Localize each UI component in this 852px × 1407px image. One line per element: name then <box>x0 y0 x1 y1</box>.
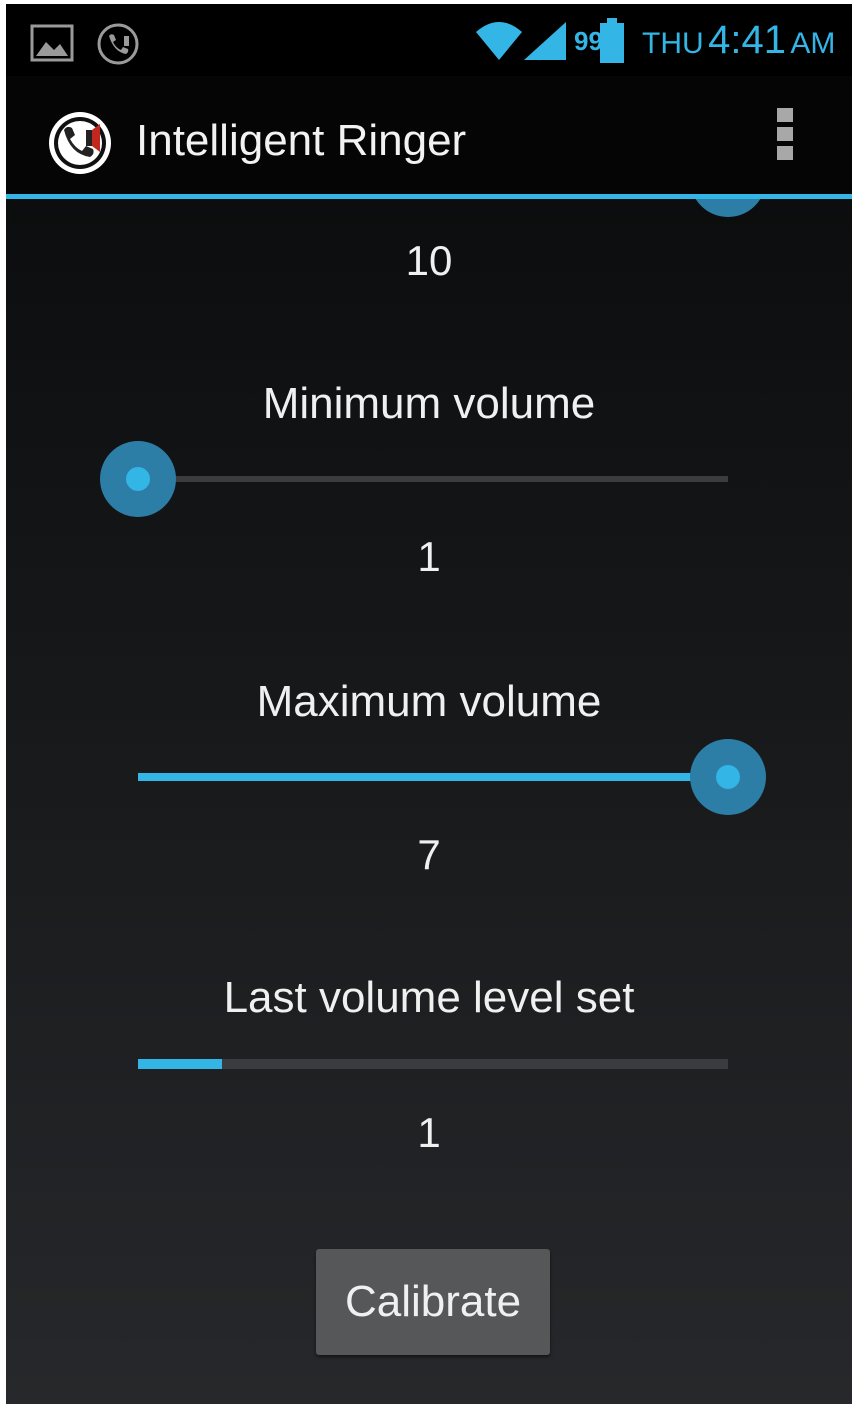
minimum-volume-slider[interactable] <box>100 439 728 519</box>
last-volume-label: Last volume level set <box>223 973 635 1022</box>
intelligent-ringer-notification-icon <box>96 22 140 71</box>
status-time: 4:41 <box>708 18 786 62</box>
signal-icon <box>522 20 568 67</box>
slider-thumb[interactable] <box>100 441 176 517</box>
status-ampm: AM <box>790 27 836 60</box>
maximum-volume-label: Maximum volume <box>256 677 602 726</box>
overflow-menu-icon[interactable] <box>774 108 796 168</box>
maximum-volume-value: 7 <box>417 831 441 878</box>
previous-setting-value: 10 <box>405 237 453 284</box>
minimum-volume-value: 1 <box>417 533 441 580</box>
app-title: Intelligent Ringer <box>136 116 467 165</box>
intelligent-ringer-icon[interactable] <box>42 108 118 183</box>
minimum-volume-label: Minimum volume <box>262 379 596 428</box>
slider-thumb[interactable] <box>690 739 766 815</box>
status-clock: THU 4:41 AM <box>642 18 835 63</box>
action-bar: Intelligent Ringer <box>6 76 852 194</box>
settings-content: 10 Minimum volume 1 Maximum volume 7 Las… <box>6 199 852 1404</box>
phone-screen: 99 THU 4:41 AM Intelligent Ringer 10 Min… <box>6 4 852 1404</box>
status-day: THU <box>642 27 704 60</box>
progress-fill <box>138 1059 222 1069</box>
gallery-icon <box>30 24 74 67</box>
previous-slider-thumb[interactable] <box>690 199 766 217</box>
last-volume-value: 1 <box>417 1109 441 1156</box>
status-bar: 99 THU 4:41 AM <box>6 4 852 76</box>
slider-track <box>138 476 728 482</box>
maximum-volume-slider[interactable] <box>138 737 766 817</box>
wifi-icon <box>474 18 524 67</box>
slider-fill <box>138 773 728 781</box>
calibrate-button[interactable]: Calibrate <box>316 1249 550 1355</box>
battery-icon <box>598 18 626 69</box>
last-volume-progress <box>138 1059 728 1069</box>
